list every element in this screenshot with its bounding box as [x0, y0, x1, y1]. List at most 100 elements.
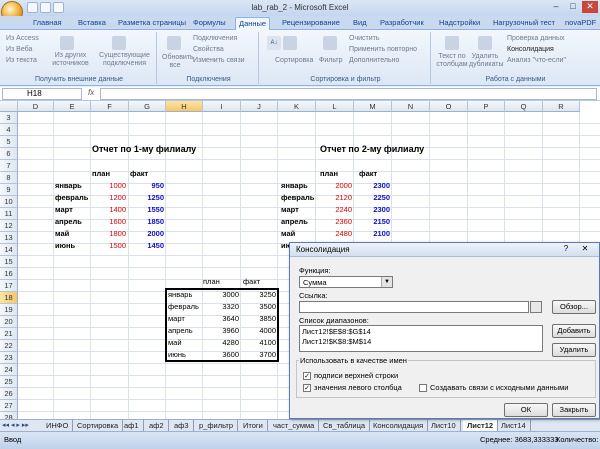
sheet-tab[interactable]: Консолидация	[369, 420, 429, 431]
tab-novapdf[interactable]: novaPDF	[562, 17, 599, 30]
row-header[interactable]: 3	[0, 112, 18, 124]
tab-review[interactable]: Рецензирование	[279, 17, 343, 30]
refresh-all-button[interactable]: Обновить все	[162, 54, 194, 70]
row-header[interactable]: 9	[0, 184, 18, 196]
tab-developer[interactable]: Разработчик	[377, 17, 427, 30]
range-item[interactable]: Лист12!$K$8:$M$14	[302, 337, 371, 346]
edit-links-button[interactable]: Изменить связи	[193, 57, 245, 64]
column-header[interactable]: I	[203, 101, 241, 112]
tab-formulas[interactable]: Формулы	[190, 17, 229, 30]
column-header[interactable]: R	[543, 101, 580, 112]
sheet-tab[interactable]: Лист14	[497, 420, 531, 431]
close-button[interactable]: ✕	[582, 1, 598, 13]
tab-home[interactable]: Главная	[30, 17, 65, 30]
row-header[interactable]: 25	[0, 376, 18, 388]
column-header[interactable]: Q	[505, 101, 543, 112]
minimize-button[interactable]: –	[548, 1, 564, 13]
clear-button[interactable]: Очистить	[349, 35, 379, 42]
sheet-nav-arrows[interactable]: ◂◂ ◂ ▸ ▸▸	[2, 420, 29, 431]
reapply-button[interactable]: Применить повторно	[349, 46, 417, 53]
row-header[interactable]: 17	[0, 280, 18, 292]
what-if-button[interactable]: Анализ "что-если"	[507, 57, 566, 64]
sheet-tab[interactable]: ИНФО	[42, 420, 74, 431]
row-header[interactable]: 14	[0, 244, 18, 256]
tab-view[interactable]: Вид	[350, 17, 370, 30]
column-header[interactable]: H	[166, 101, 203, 112]
row-header[interactable]: 5	[0, 136, 18, 148]
dialog-close-button[interactable]: Закрыть	[552, 403, 596, 417]
data-validation-button[interactable]: Проверка данных	[507, 35, 565, 42]
properties-button[interactable]: Свойства	[193, 46, 224, 53]
formula-input[interactable]	[100, 88, 597, 100]
maximize-button[interactable]: □	[565, 1, 581, 13]
collapse-dialog-icon[interactable]	[530, 301, 542, 313]
dialog-close-icon[interactable]: ✕	[577, 244, 593, 256]
other-sources-button[interactable]: Из других источников	[48, 52, 93, 68]
sort-icon[interactable]	[283, 36, 297, 50]
reference-input[interactable]	[299, 301, 529, 313]
sheet-tab[interactable]: част_сумма	[269, 420, 320, 431]
chevron-down-icon[interactable]: ▼	[381, 277, 392, 287]
row-header[interactable]: 20	[0, 316, 18, 328]
row-header[interactable]: 4	[0, 124, 18, 136]
row-header[interactable]: 26	[0, 388, 18, 400]
sort-button[interactable]: Сортировка	[275, 57, 313, 64]
function-select[interactable]: Сумма ▼	[299, 276, 393, 288]
from-access-button[interactable]: Из Access	[6, 35, 39, 42]
browse-button[interactable]: Обзор...	[552, 300, 596, 314]
row-header[interactable]: 12	[0, 220, 18, 232]
column-header[interactable]: L	[316, 101, 354, 112]
column-header[interactable]: O	[430, 101, 468, 112]
filter-button[interactable]: Фильтр	[319, 57, 343, 64]
ok-button[interactable]: ОК	[504, 403, 548, 417]
row-header[interactable]: 11	[0, 208, 18, 220]
sheet-tab[interactable]: аф1	[120, 420, 144, 431]
row-header[interactable]: 28	[0, 412, 18, 419]
sheet-tab[interactable]: Итоги	[239, 420, 268, 431]
sheet-tab[interactable]: Лист12	[463, 420, 499, 431]
sheet-tab[interactable]: Св_таблица	[319, 420, 371, 431]
connections-button[interactable]: Подключения	[193, 35, 237, 42]
tab-page-layout[interactable]: Разметка страницы	[115, 17, 189, 30]
left-column-checkbox[interactable]: ✓	[303, 384, 311, 392]
name-box[interactable]: H18	[2, 88, 82, 100]
row-header[interactable]: 10	[0, 196, 18, 208]
tab-loadtest[interactable]: Нагрузочный тест	[490, 17, 558, 30]
column-header[interactable]: J	[241, 101, 278, 112]
tab-addins[interactable]: Надстройки	[436, 17, 483, 30]
row-header[interactable]: 19	[0, 304, 18, 316]
column-header[interactable]: F	[91, 101, 129, 112]
add-button[interactable]: Добавить	[552, 324, 596, 338]
existing-connections-button[interactable]: Существующие подключения	[97, 52, 152, 68]
row-header[interactable]: 18	[0, 292, 18, 304]
ranges-list[interactable]: Лист12!$E$8:$G$14 Лист12!$K$8:$M$14	[299, 325, 543, 352]
sort-az-icon[interactable]: A↓	[267, 36, 281, 50]
column-header[interactable]: G	[129, 101, 166, 112]
row-header[interactable]: 24	[0, 364, 18, 376]
row-header[interactable]: 8	[0, 172, 18, 184]
consolidate-button[interactable]: Консолидация	[507, 46, 554, 53]
column-header[interactable]: K	[278, 101, 316, 112]
row-header[interactable]: 7	[0, 160, 18, 172]
select-all-corner[interactable]	[0, 101, 18, 112]
sheet-tab[interactable]: р_фильтр	[195, 420, 239, 431]
row-header[interactable]: 27	[0, 400, 18, 412]
sheet-tab[interactable]: Сортировка	[73, 420, 124, 431]
delete-button[interactable]: Удалить	[552, 343, 596, 357]
range-item[interactable]: Лист12!$E$8:$G$14	[302, 327, 371, 336]
fx-icon[interactable]: fx	[88, 88, 94, 97]
row-header[interactable]: 6	[0, 148, 18, 160]
sheet-tab[interactable]: аф3	[170, 420, 194, 431]
help-button[interactable]: ?	[558, 244, 574, 256]
column-header[interactable]: M	[354, 101, 392, 112]
advanced-button[interactable]: Дополнительно	[349, 57, 399, 64]
text-to-columns-button[interactable]: Текст по столбцам	[435, 53, 469, 69]
row-header[interactable]: 22	[0, 340, 18, 352]
row-header[interactable]: 16	[0, 268, 18, 280]
column-header[interactable]: D	[18, 101, 54, 112]
column-header[interactable]: E	[54, 101, 91, 112]
top-row-label[interactable]: подписи верхней строки	[314, 371, 398, 380]
column-header[interactable]: P	[468, 101, 505, 112]
row-header[interactable]: 21	[0, 328, 18, 340]
create-links-label[interactable]: Создавать связи с исходными данными	[430, 383, 568, 392]
